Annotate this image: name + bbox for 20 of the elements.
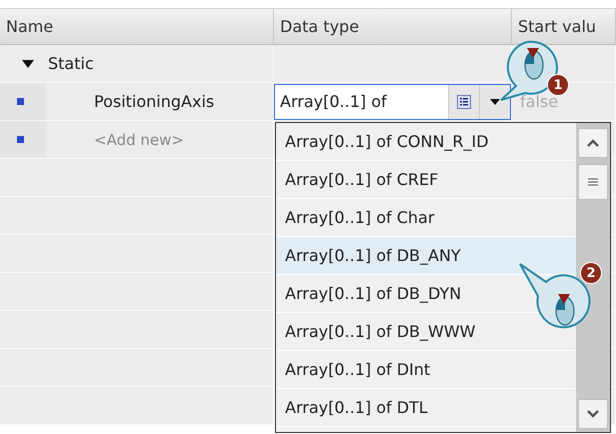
list-icon	[457, 94, 471, 108]
chevron-up-icon	[587, 139, 599, 147]
dropdown-item[interactable]: Array[0..1] of DB_ANY	[276, 237, 576, 275]
grip-icon	[588, 178, 598, 186]
section-name: Static	[48, 54, 94, 73]
variable-name: PositioningAxis	[94, 92, 214, 111]
caret-icon	[490, 98, 500, 104]
chevron-down-icon	[587, 410, 599, 418]
expand-triangle-icon[interactable]	[22, 60, 34, 68]
column-header[interactable]: Data type	[274, 9, 512, 44]
list-button[interactable]	[448, 84, 479, 118]
scroll-thumb[interactable]	[578, 164, 608, 200]
column-header[interactable]: Name	[0, 9, 274, 44]
scrollbar[interactable]	[576, 123, 610, 432]
dropdown-button[interactable]	[479, 84, 510, 118]
variable-icon	[16, 136, 24, 143]
scroll-down-button[interactable]	[578, 399, 608, 429]
data-type-field[interactable]: Array[0..1] of	[274, 84, 511, 120]
variable-icon	[16, 98, 24, 105]
scroll-up-button[interactable]	[578, 128, 608, 158]
